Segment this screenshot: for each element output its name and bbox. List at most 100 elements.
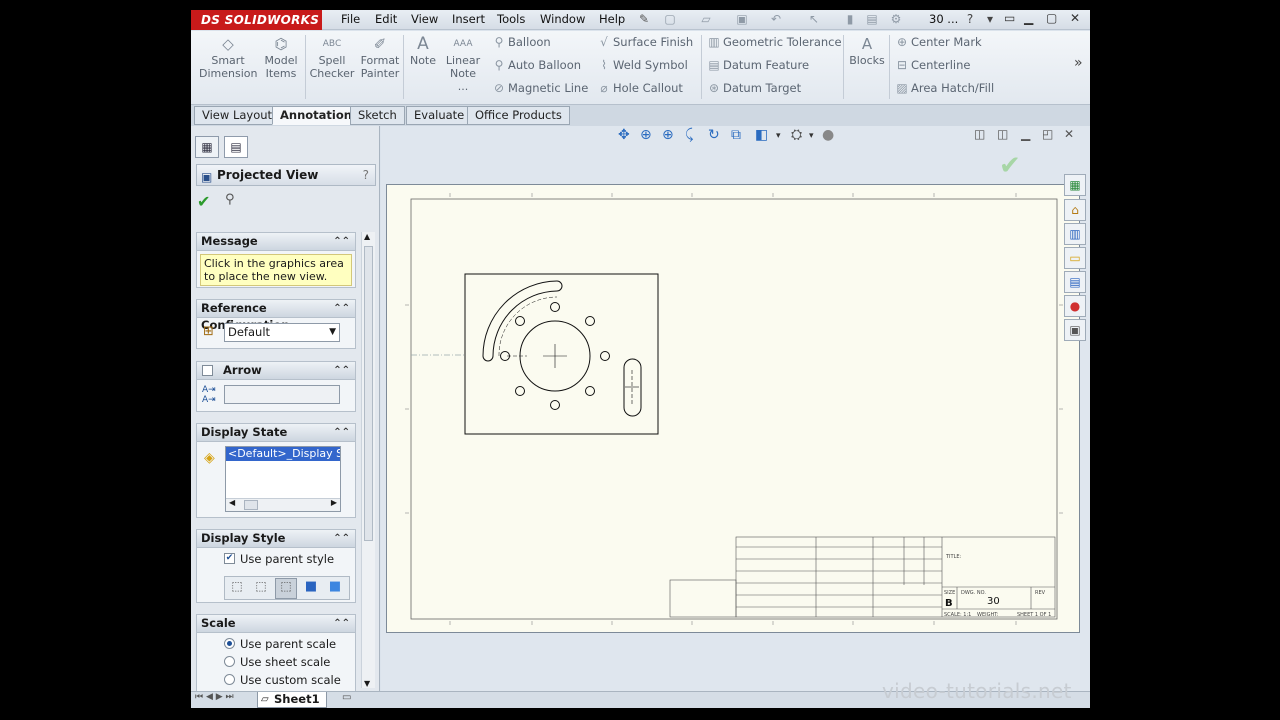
use-parent-scale-radio[interactable] (224, 638, 235, 649)
pushpin-icon[interactable]: ⚲ (225, 192, 235, 207)
shaded-with-edges-icon[interactable]: ■ (301, 579, 321, 598)
file-explorer-icon[interactable]: ▭ (1064, 247, 1086, 269)
confirmation-corner-check-icon[interactable]: ✔ (999, 151, 1021, 181)
menu-view[interactable]: View (411, 10, 438, 30)
sheet-tab-sheet1[interactable]: ▱ Sheet1 (257, 692, 327, 708)
datum-feature-button[interactable]: ▤ Datum Feature (705, 56, 809, 74)
restore-icon[interactable]: ◰ (1042, 127, 1053, 141)
center-mark-button[interactable]: ⊕ Center Mark (893, 33, 982, 51)
property-manager-tab-icon[interactable]: ▤ (224, 136, 248, 158)
display-state-header[interactable]: Display State ⌃⌃ (197, 424, 355, 442)
use-custom-scale-radio[interactable] (224, 674, 235, 685)
display-state-list[interactable]: <Default>_Display St ◀ ▶ (225, 446, 341, 512)
use-parent-scale-row[interactable]: Use parent scale (197, 635, 355, 653)
zoom-to-area-icon[interactable]: ⊕ (662, 127, 674, 143)
solidworks-resources-icon[interactable]: ▦ (1064, 174, 1086, 196)
tab-evaluate[interactable]: Evaluate (406, 106, 473, 125)
close-icon[interactable]: ✕ (1070, 11, 1080, 25)
magnetic-line-button[interactable]: ⊘ Magnetic Line (490, 79, 588, 97)
menu-help[interactable]: Help (599, 10, 625, 30)
rebuild-icon[interactable]: ↻ (708, 127, 720, 143)
weld-symbol-button[interactable]: ⌇ Weld Symbol (595, 56, 688, 74)
ok-checkmark-icon[interactable]: ✔ (197, 192, 210, 211)
message-header[interactable]: Message ⌃⌃ (197, 233, 355, 251)
reference-configuration-header[interactable]: Reference Configuration⌃⌃ (197, 300, 355, 332)
file-properties-icon[interactable]: ▤ (865, 13, 879, 26)
display-style-header[interactable]: Display Style ⌃⌃ (197, 530, 355, 548)
appearances-icon[interactable]: ● (1064, 295, 1086, 317)
spell-checker-button[interactable]: ABC Spell Checker (309, 35, 355, 80)
tile-horizontal-icon[interactable]: ◫ (974, 127, 985, 141)
collapse-icon[interactable]: ⌃⌃ (333, 424, 350, 441)
menu-insert[interactable]: Insert (452, 10, 485, 30)
tab-view-layout[interactable]: View Layout (194, 106, 281, 125)
datum-target-button[interactable]: ⊛ Datum Target (705, 79, 801, 97)
close-icon[interactable]: ✕ (1064, 127, 1074, 141)
auto-balloon-button[interactable]: ⚲ Auto Balloon (490, 56, 581, 74)
graphics-area[interactable]: ✥ ⊕ ⊕ ⤹ ↻ ⧉ ◧ ▾ ⛭ ▾ ● ◫ ◫ ▁ ◰ ✕ ✔ TITLE:… (381, 126, 1090, 691)
undo-icon[interactable]: ↶ (769, 13, 783, 26)
configuration-dropdown[interactable]: Default ▼ (224, 323, 340, 342)
view-palette-icon[interactable]: ▤ (1064, 271, 1086, 293)
help-icon[interactable]: ? (963, 13, 977, 26)
chevron-down-icon[interactable]: ▾ (776, 131, 781, 141)
display-state-item[interactable]: <Default>_Display St (226, 447, 340, 461)
appearance-icon[interactable]: ● (822, 127, 834, 143)
panel-scrollbar[interactable]: ▲ ▼ (361, 232, 375, 688)
use-sheet-scale-row[interactable]: Use sheet scale (197, 653, 355, 671)
hidden-lines-visible-icon[interactable]: ⬚ (251, 579, 271, 598)
use-parent-style-checkbox[interactable]: ✔ (224, 553, 235, 564)
linear-note-pattern-button[interactable]: AAA Linear Note ... (443, 35, 483, 93)
menu-tools[interactable]: Tools (497, 10, 525, 30)
arrow-label-field[interactable] (224, 385, 340, 404)
hide-show-items-icon[interactable]: ⛭ (791, 127, 802, 143)
pan-icon[interactable]: ✥ (618, 127, 630, 143)
collapse-icon[interactable]: ⌃⌃ (333, 530, 350, 547)
note-button[interactable]: A Note (407, 35, 439, 67)
custom-properties-icon[interactable]: ▣ (1064, 319, 1086, 341)
search-box[interactable]: 30 ... (929, 10, 958, 30)
add-sheet-icon[interactable]: ▭ (342, 692, 351, 703)
smart-dimension-button[interactable]: ◇ Smart Dimension (199, 35, 257, 80)
geometric-tolerance-button[interactable]: ▥ Geometric Tolerance (705, 33, 841, 51)
collapse-icon[interactable]: ⌃⌃ (333, 233, 350, 250)
centerline-button[interactable]: ⊟ Centerline (893, 56, 971, 74)
arrow-checkbox[interactable] (202, 365, 213, 376)
pin-icon[interactable]: ✎ (637, 13, 651, 26)
minimize-icon[interactable]: ▁ (1021, 127, 1030, 141)
blocks-button[interactable]: A Blocks (847, 35, 887, 67)
open-icon[interactable]: ▱ (699, 13, 713, 26)
balloon-button[interactable]: ⚲ Balloon (490, 33, 551, 51)
view-orientation-icon[interactable]: ◧ (755, 127, 768, 143)
hidden-lines-removed-icon[interactable]: ⬚ (275, 578, 297, 599)
drawing-sheet[interactable]: TITLE: SIZE DWG. NO. REV B 30 SCALE: 1:1… (386, 184, 1080, 633)
format-painter-button[interactable]: ✐ Format Painter (357, 35, 403, 80)
collapse-icon[interactable]: ⌃⌃ (333, 615, 350, 632)
collapse-icon[interactable]: ⌃⌃ (333, 362, 350, 379)
menu-edit[interactable]: Edit (375, 10, 397, 30)
previous-view-icon[interactable]: ⤹ (685, 127, 693, 143)
surface-finish-button[interactable]: √ Surface Finish (595, 33, 693, 51)
feature-manager-tab-icon[interactable]: ▦ (195, 136, 219, 158)
help-icon[interactable]: ? (363, 165, 369, 185)
minimize-icon[interactable]: ▁ (1024, 11, 1033, 25)
menu-window[interactable]: Window (540, 10, 585, 30)
use-sheet-scale-radio[interactable] (224, 656, 235, 667)
options-icon[interactable]: ⚙ (889, 13, 903, 26)
maximize-icon[interactable]: ▢ (1046, 11, 1057, 25)
rebuild-icon[interactable]: ▮ (843, 13, 857, 26)
tab-annotation[interactable]: Annotation (272, 106, 360, 125)
home-icon[interactable]: ⌂ (1064, 199, 1086, 221)
restore-icon[interactable]: ▭ (1004, 11, 1015, 25)
select-icon[interactable]: ↖ (807, 13, 821, 26)
hole-callout-button[interactable]: ⌀ Hole Callout (595, 79, 683, 97)
use-custom-scale-row[interactable]: Use custom scale (197, 671, 355, 689)
new-document-icon[interactable]: ▢ (663, 13, 677, 26)
use-parent-style-row[interactable]: ✔ Use parent style (197, 548, 355, 570)
arrow-header[interactable]: Arrow ⌃⌃ (197, 362, 355, 380)
model-items-button[interactable]: ⌬ Model Items (261, 35, 301, 80)
section-view-icon[interactable]: ⧉ (731, 127, 741, 143)
scale-header[interactable]: Scale ⌃⌃ (197, 615, 355, 633)
area-hatch-button[interactable]: ▨ Area Hatch/Fill (893, 79, 994, 97)
tab-office-products[interactable]: Office Products (467, 106, 570, 125)
